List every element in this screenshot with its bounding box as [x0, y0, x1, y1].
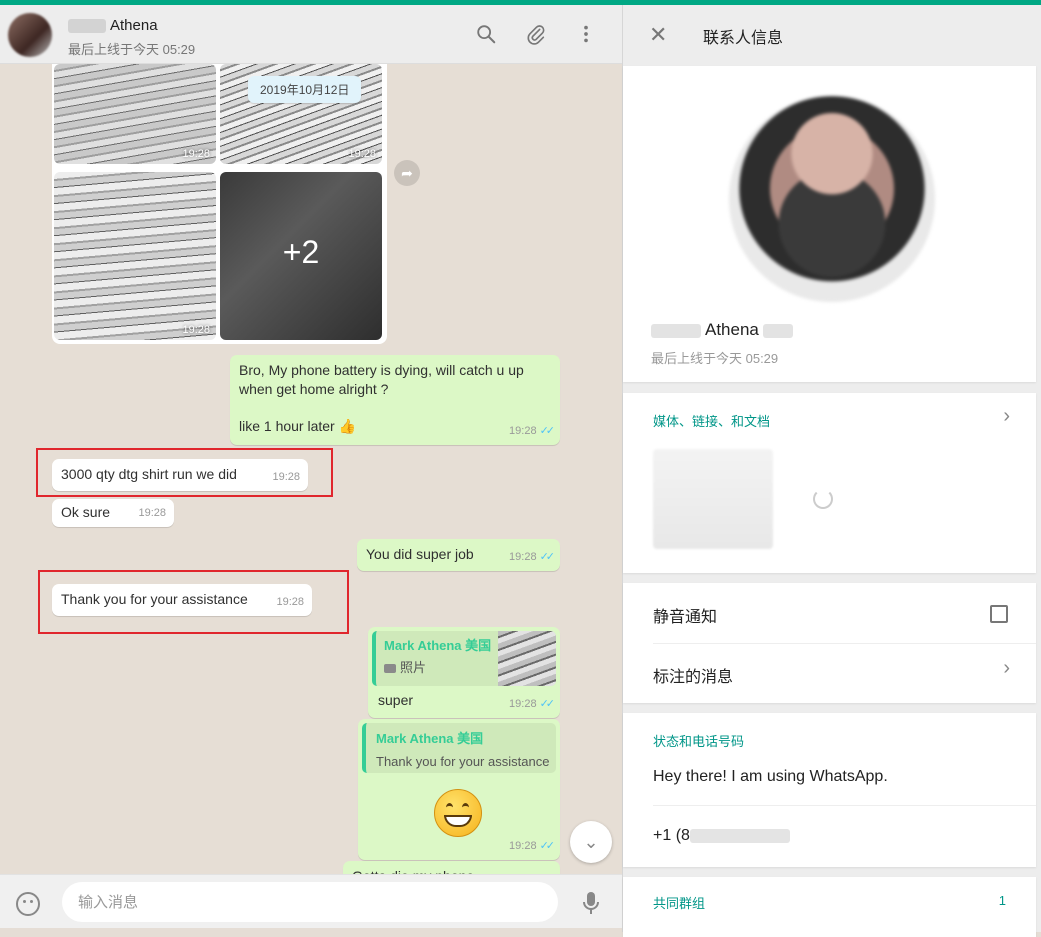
chat-header[interactable]: Athena 最后上线于今天 05:29 [0, 5, 622, 64]
contact-last-seen: 最后上线于今天 05:29 [651, 351, 779, 366]
quoted-message[interactable]: Mark Athena 美国 照片 [372, 631, 556, 686]
message-list[interactable]: 19:28 19:28 19:28 +2 2019年10月12日 ➦ Bro, … [0, 64, 622, 879]
redacted-text [762, 323, 793, 338]
incoming-message[interactable]: Ok sure 19:28 [52, 499, 174, 527]
status-phone-section: 状态和电话号码 Hey there! I am using WhatsApp. … [623, 713, 1036, 867]
incoming-message[interactable]: 3000 qty dtg shirt run we did 19:28 [52, 459, 308, 491]
divider [653, 643, 1036, 644]
read-ticks-icon: ✓✓ [539, 698, 556, 710]
starred-messages-item[interactable]: 标注的消息 [653, 663, 733, 687]
status-text: Hey there! I am using WhatsApp. [653, 768, 888, 785]
scroll-to-bottom-button[interactable]: ⌄ [570, 821, 612, 863]
menu-dots-icon[interactable] [574, 23, 598, 47]
media-thumbnails[interactable] [653, 449, 773, 549]
paperclip-icon[interactable] [524, 23, 548, 47]
outgoing-reply-message[interactable]: Mark Athena 美国 Thank you for your assist… [358, 719, 560, 860]
grinning-face-emoji-icon [434, 789, 482, 837]
album-image[interactable]: 19:28 [54, 172, 216, 340]
outgoing-message[interactable]: Bro, My phone battery is dying, will cat… [230, 355, 560, 445]
message-time: 19:28 [182, 324, 210, 336]
camera-icon [384, 664, 396, 674]
microphone-icon[interactable] [580, 891, 602, 917]
message-input[interactable] [62, 882, 558, 922]
quoted-thumbnail [498, 631, 556, 686]
quoted-message[interactable]: Mark Athena 美国 Thank you for your assist… [362, 723, 556, 773]
search-icon[interactable] [474, 23, 498, 47]
read-ticks-icon: ✓✓ [539, 840, 556, 852]
chevron-right-icon[interactable]: › [1003, 657, 1010, 680]
compose-bar [0, 874, 622, 928]
mute-notifications-label: 静音通知 [653, 609, 718, 626]
message-text: super [378, 692, 414, 708]
media-section-label: 媒体、链接、和文档 [653, 414, 771, 429]
message-time: 19:28 [272, 471, 300, 483]
message-time: 19:28 ✓✓ [509, 425, 556, 437]
emoji-icon[interactable] [16, 892, 40, 916]
common-groups-label: 共同群组 [653, 896, 706, 911]
close-icon[interactable]: ✕ [649, 23, 667, 47]
common-groups-section[interactable]: 共同群组 1 [623, 877, 1036, 937]
date-chip: 2019年10月12日 [248, 76, 362, 103]
contact-info-header: ✕ 联系人信息 [623, 5, 1041, 64]
status-section-label: 状态和电话号码 [653, 734, 745, 749]
message-time: 19:28 [138, 507, 166, 519]
redacted-text [689, 828, 790, 843]
image-album-message[interactable]: 19:28 19:28 19:28 +2 [52, 64, 387, 344]
chat-pane: Athena 最后上线于今天 05:29 19:28 19:28 19:28 +… [0, 5, 622, 932]
chat-contact-name[interactable]: Athena [68, 17, 158, 34]
outgoing-message[interactable]: You did super job 19:28 ✓✓ [357, 539, 560, 571]
chevron-right-icon[interactable]: › [1003, 405, 1010, 428]
message-time: 19:28 ✓✓ [509, 840, 556, 852]
message-time: 19:28 [276, 596, 304, 608]
contact-info-pane: ✕ 联系人信息 Athena 最后上线于今天 05:29 媒体、链接、和文档 ›… [622, 5, 1041, 937]
forward-icon[interactable]: ➦ [394, 160, 420, 186]
mute-checkbox-icon[interactable] [990, 605, 1008, 623]
loading-spinner-icon [813, 489, 833, 509]
message-text: Ok sure [61, 504, 111, 520]
redacted-text [651, 323, 701, 338]
settings-section: 静音通知 标注的消息 › [623, 583, 1036, 703]
contact-name: Athena [651, 320, 797, 340]
album-more-tile[interactable]: +2 [220, 172, 382, 340]
outgoing-reply-message[interactable]: Mark Athena 美国 照片 super 19:28 ✓✓ [368, 627, 560, 718]
message-time: 19:28 ✓✓ [509, 551, 556, 563]
media-section[interactable]: 媒体、链接、和文档 › [623, 393, 1036, 573]
message-time: 19:28 [182, 148, 210, 160]
message-time: 19:28 ✓✓ [509, 698, 556, 710]
incoming-message[interactable]: Thank you for your assistance 19:28 [52, 584, 312, 616]
profile-card: Athena 最后上线于今天 05:29 [623, 66, 1036, 382]
divider [653, 805, 1036, 806]
message-text: like 1 hour later 👍 [239, 418, 357, 434]
message-text: Bro, My phone battery is dying, will cat… [239, 362, 524, 397]
message-text: Thank you for your assistance [61, 591, 248, 607]
quoted-text: Thank you for your assistance [376, 754, 550, 769]
profile-photo[interactable] [729, 96, 935, 302]
read-ticks-icon: ✓✓ [539, 551, 556, 563]
read-ticks-icon: ✓✓ [539, 425, 556, 437]
phone-number[interactable]: +1 (8 [653, 827, 790, 845]
message-time: 19:28 [348, 148, 376, 160]
message-text: You did super job [366, 546, 474, 562]
redacted-text [68, 19, 106, 34]
avatar[interactable] [8, 13, 52, 57]
chat-contact-status: 最后上线于今天 05:29 [68, 42, 196, 57]
quoted-sender: Mark Athena 美国 [376, 731, 484, 746]
more-images-count: +2 [282, 234, 320, 270]
album-image[interactable]: 19:28 [54, 64, 216, 164]
contact-info-title: 联系人信息 [703, 30, 784, 47]
common-groups-count: 1 [998, 893, 1006, 908]
chevron-down-icon: ⌄ [583, 832, 599, 852]
message-text: 3000 qty dtg shirt run we did [61, 466, 237, 482]
